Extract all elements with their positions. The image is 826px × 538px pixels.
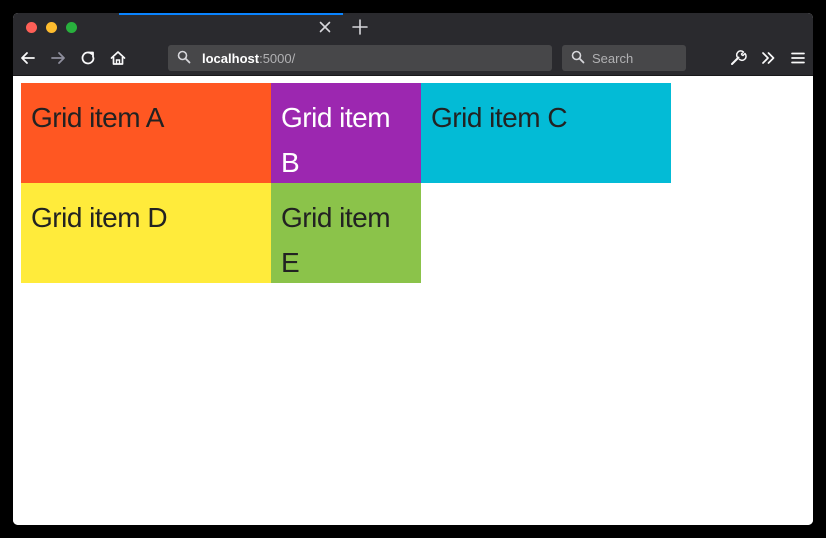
wrench-icon[interactable] bbox=[729, 49, 747, 67]
grid-item-e: Grid item E bbox=[271, 183, 421, 283]
plus-icon[interactable] bbox=[351, 18, 369, 36]
grid-item-c: Grid item C bbox=[421, 83, 671, 183]
search-input[interactable] bbox=[592, 49, 680, 67]
window-maximize-button[interactable] bbox=[66, 22, 77, 33]
search-icon bbox=[571, 50, 585, 64]
browser-window: localhost:5000/ Grid item A Grid item B … bbox=[13, 13, 813, 525]
grid-item-b: Grid item B bbox=[271, 83, 421, 183]
navigation-toolbar: localhost:5000/ bbox=[13, 42, 813, 76]
grid-item-a: Grid item A bbox=[21, 83, 271, 183]
close-icon[interactable] bbox=[317, 19, 333, 35]
url-text[interactable]: localhost:5000/ bbox=[202, 51, 295, 66]
url-host: localhost bbox=[202, 51, 260, 66]
home-icon[interactable] bbox=[109, 49, 127, 67]
hamburger-menu-icon[interactable] bbox=[789, 49, 807, 67]
forward-arrow-icon[interactable] bbox=[49, 49, 67, 67]
window-close-button[interactable] bbox=[26, 22, 37, 33]
grid-item-d: Grid item D bbox=[21, 183, 271, 283]
search-icon bbox=[177, 50, 191, 64]
active-tab-indicator bbox=[119, 13, 343, 15]
url-bar[interactable]: localhost:5000/ bbox=[168, 45, 552, 71]
page-content: Grid item A Grid item B Grid item C Grid… bbox=[13, 76, 813, 525]
browser-tab[interactable] bbox=[119, 13, 345, 42]
grid-container: Grid item A Grid item B Grid item C Grid… bbox=[21, 83, 671, 283]
title-bar bbox=[13, 13, 813, 42]
search-bar[interactable] bbox=[562, 45, 686, 71]
window-minimize-button[interactable] bbox=[46, 22, 57, 33]
url-path: :5000/ bbox=[259, 51, 296, 66]
chevron-double-right-icon[interactable] bbox=[759, 49, 777, 67]
reload-icon[interactable] bbox=[79, 49, 97, 67]
back-arrow-icon[interactable] bbox=[19, 49, 37, 67]
